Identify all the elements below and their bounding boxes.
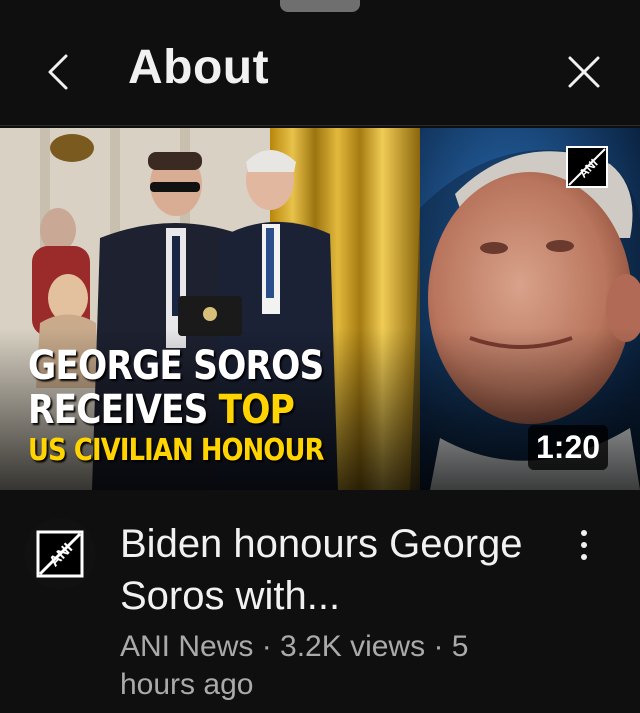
headline-line-2-yellow: TOP <box>218 387 295 433</box>
close-icon <box>568 56 600 88</box>
kebab-dot-icon <box>581 530 587 536</box>
close-button[interactable] <box>560 48 608 96</box>
kebab-dot-icon <box>581 542 587 548</box>
video-subline: ANI News · 3.2K views · 5 hours ago <box>120 628 540 704</box>
duration-badge: 1:20 <box>528 425 609 470</box>
headline-line-1: GEORGE SOROS <box>28 343 324 389</box>
channel-name[interactable]: ANI News <box>120 630 253 663</box>
headline-line-2-white: RECEIVES <box>28 387 219 433</box>
video-thumbnail[interactable]: ANI GEORGE SOROS RECEIVES TOP US CIVILIA… <box>0 128 640 490</box>
separator: · <box>425 630 452 663</box>
thumbnail-headline: GEORGE SOROS RECEIVES TOP US CIVILIAN HO… <box>28 346 372 466</box>
drag-handle[interactable] <box>280 0 360 12</box>
page-title: About <box>128 41 270 94</box>
separator: · <box>253 630 281 663</box>
headline-line-2: RECEIVES TOP <box>28 390 324 430</box>
headline-line-3: US CIVILIAN HONOUR <box>28 433 324 468</box>
video-title[interactable]: Biden honours George Soros with... <box>120 518 540 622</box>
header-divider <box>0 125 640 126</box>
chevron-left-icon <box>48 54 68 90</box>
view-count: 3.2K views <box>280 630 426 663</box>
sheet-header: About <box>0 18 640 122</box>
about-sheet: About ANI GEORGE SOROS RECEIVES TOP US C… <box>0 0 640 713</box>
back-button[interactable] <box>36 50 80 94</box>
more-options-button[interactable] <box>566 520 602 570</box>
ani-watermark-logo: ANI <box>566 146 608 188</box>
video-metadata: ANI Biden honours George Soros with... A… <box>0 490 640 713</box>
channel-avatar[interactable]: ANI <box>24 518 96 590</box>
kebab-dot-icon <box>581 554 587 560</box>
